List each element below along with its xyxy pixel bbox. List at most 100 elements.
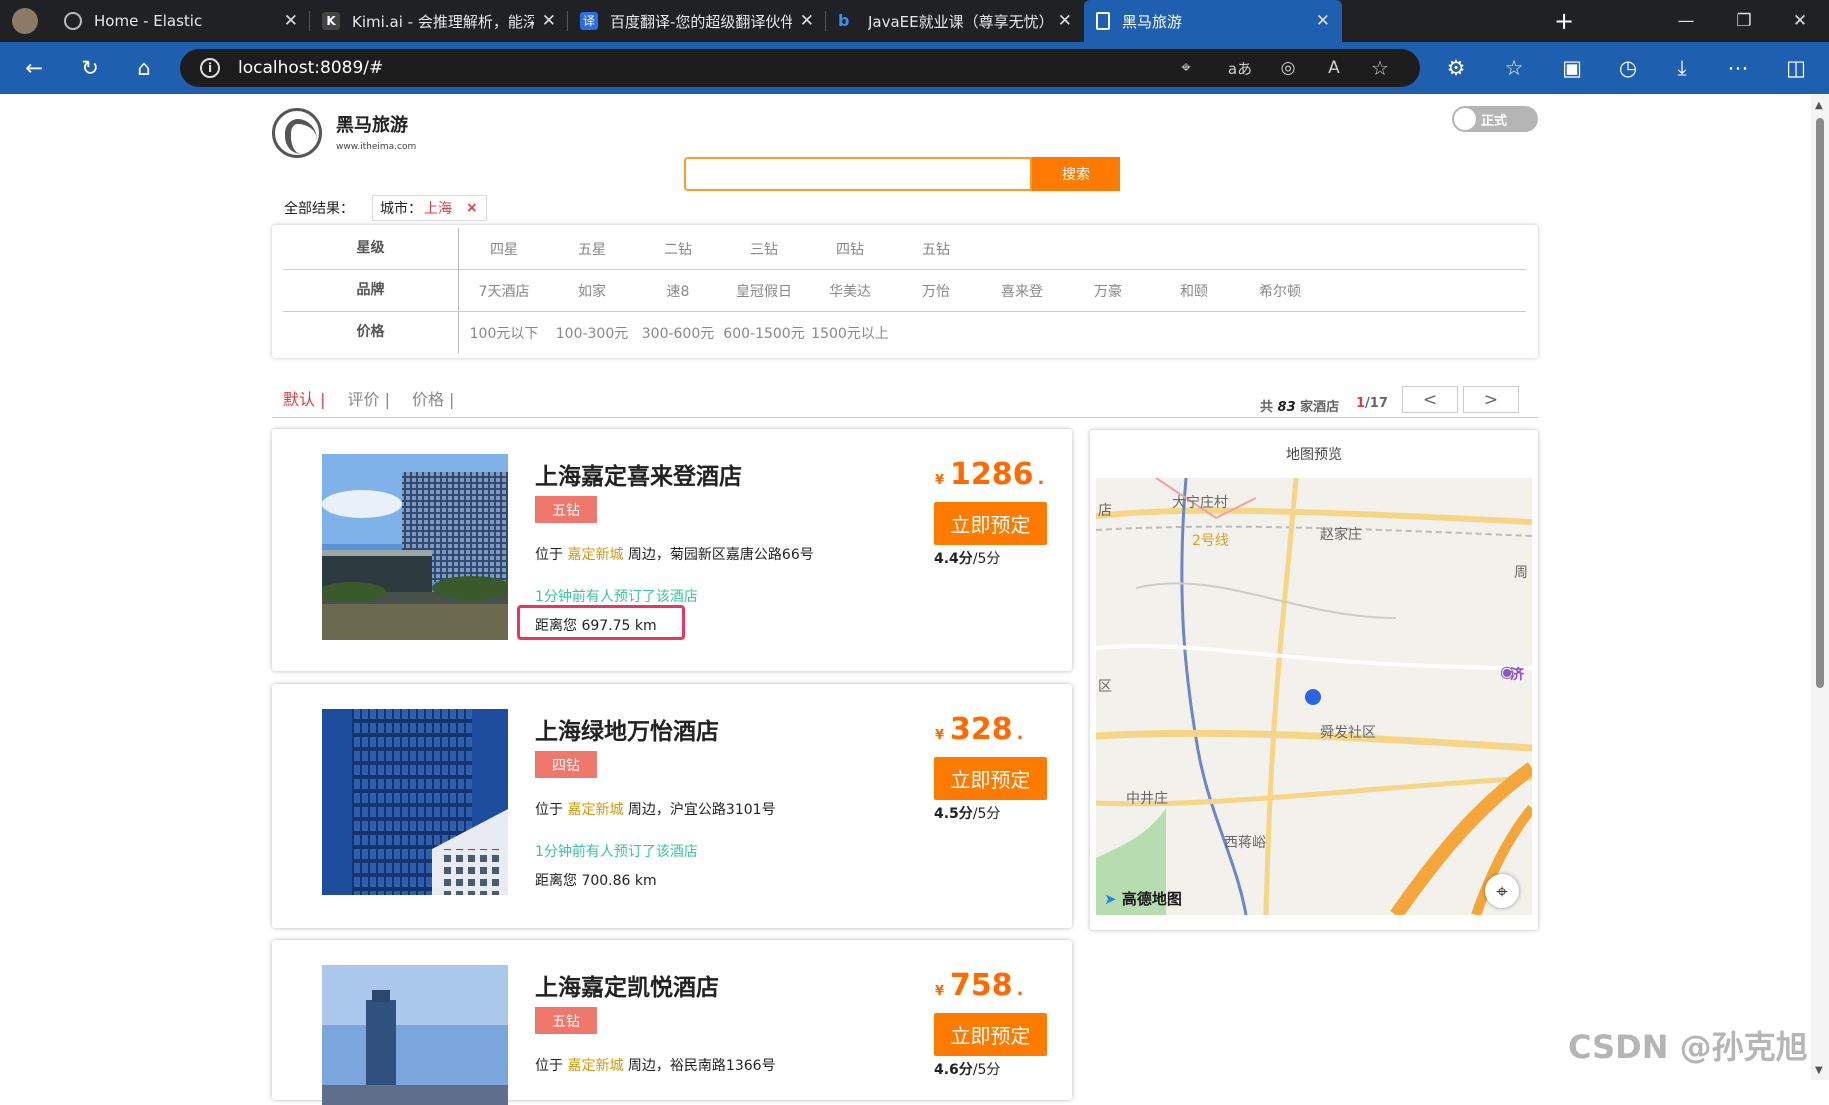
hotel-card[interactable]: 上海绿地万怡酒店 四钻 位于 嘉定新城 周边，沪宜公路3101号 1分钟前有人预… <box>272 684 1072 928</box>
close-icon[interactable]: ✕ <box>800 11 814 31</box>
collections-icon[interactable]: ▣ <box>1554 50 1590 86</box>
currency-symbol: ¥ <box>935 473 945 488</box>
hotel-name[interactable]: 上海嘉定喜来登酒店 <box>535 457 742 491</box>
map-view[interactable]: 大宁庄村 赵家庄 2号线 周 济 舜发社区 中井庄 西蒋峪 店 区 ◉ ➤ 高德… <box>1096 478 1532 915</box>
score-max: /5分 <box>972 1062 1001 1078</box>
filter-option[interactable]: 二钻 <box>635 239 721 259</box>
tab-0[interactable]: Home - Elastic ✕ <box>52 0 310 42</box>
filter-option[interactable]: 300-600元 <box>635 323 721 343</box>
close-icon[interactable]: ✕ <box>1316 11 1330 31</box>
baidu-translate-icon: 译 <box>580 12 598 30</box>
hotel-card[interactable]: 上海嘉定喜来登酒店 五钻 位于 嘉定新城 周边，菊园新区嘉唐公路66号 1分钟前… <box>272 429 1072 671</box>
remove-filter-icon[interactable]: × <box>466 200 478 216</box>
filter-option[interactable]: 四星 <box>459 239 549 259</box>
scroll-down-icon[interactable]: ▼ <box>1815 1065 1823 1076</box>
sort-rating[interactable]: 评价 | <box>347 386 389 410</box>
tab-4[interactable]: 黑马旅游 ✕ <box>1084 0 1342 42</box>
favorite-icon[interactable]: ☆ <box>1364 49 1396 87</box>
filter-option[interactable]: 五钻 <box>893 239 979 259</box>
business-area[interactable]: 嘉定新城 <box>567 547 623 563</box>
restore-button[interactable]: ❐ <box>1716 0 1772 42</box>
next-page-button[interactable]: > <box>1463 386 1519 413</box>
scroll-up-icon[interactable]: ▲ <box>1815 100 1823 111</box>
brand-logo[interactable] <box>272 108 322 158</box>
map-label: 大宁庄村 <box>1172 495 1228 511</box>
download-icon[interactable]: ⤓ <box>1664 50 1700 86</box>
tab-3[interactable]: b JavaEE就业课（尊享无忧） - 博学 ✕ <box>826 0 1084 42</box>
recent-booking: 1分钟前有人预订了该酒店 <box>535 589 698 605</box>
map-label: 区 <box>1098 679 1112 695</box>
locate-icon[interactable]: ⌖ <box>1485 874 1519 908</box>
close-icon[interactable]: ✕ <box>1058 11 1072 31</box>
tab-2[interactable]: 译 百度翻译-您的超级翻译伙伴（文本 ✕ <box>568 0 826 42</box>
filter-option[interactable]: 100元以下 <box>459 323 549 343</box>
business-area[interactable]: 嘉定新城 <box>567 1058 623 1074</box>
search-button[interactable]: 搜索 <box>1032 157 1120 191</box>
filter-option[interactable]: 万怡 <box>893 281 979 301</box>
filter-option[interactable]: 万豪 <box>1065 281 1151 301</box>
minimize-button[interactable]: — <box>1658 0 1714 42</box>
search-input[interactable] <box>684 157 1032 191</box>
kimi-icon: K <box>322 12 340 30</box>
close-icon[interactable]: ✕ <box>284 11 298 31</box>
map-pin-icon[interactable]: ◉ <box>1500 662 1514 681</box>
filter-option[interactable]: 四钻 <box>807 239 893 259</box>
more-icon[interactable]: ⋯ <box>1720 50 1756 86</box>
hotel-name[interactable]: 上海嘉定凯悦酒店 <box>535 968 719 1002</box>
business-area[interactable]: 嘉定新城 <box>567 802 623 818</box>
chevron-right-icon: > <box>1483 389 1499 410</box>
filter-option[interactable]: 速8 <box>635 281 721 301</box>
page-scrollbar[interactable]: ▲ ▼ <box>1811 94 1829 1080</box>
home-icon[interactable]: ⌂ <box>126 50 162 86</box>
read-aloud-icon[interactable]: A <box>1318 49 1350 87</box>
tab-title: 黑马旅游 <box>1122 12 1183 31</box>
close-icon[interactable]: ✕ <box>542 11 556 31</box>
translate-icon[interactable]: aあ <box>1224 49 1256 87</box>
info-icon[interactable]: i <box>200 58 220 78</box>
filter-option[interactable]: 三钻 <box>721 239 807 259</box>
refresh-icon[interactable]: ↻ <box>72 50 108 86</box>
filter-option[interactable]: 希尔顿 <box>1237 281 1323 301</box>
filter-option[interactable]: 1500元以上 <box>807 323 893 343</box>
filter-option[interactable]: 喜来登 <box>979 281 1065 301</box>
price-tail: . <box>1037 468 1045 489</box>
hotel-photo[interactable] <box>322 965 508 1105</box>
scroll-thumb[interactable] <box>1816 118 1824 688</box>
profile-avatar[interactable] <box>0 0 56 42</box>
filter-option[interactable]: 和颐 <box>1151 281 1237 301</box>
prev-page-button[interactable]: < <box>1402 386 1458 413</box>
sidebar-icon[interactable]: ◫ <box>1778 50 1814 86</box>
read-mode-icon[interactable]: ◎ <box>1272 49 1304 87</box>
filter-option[interactable]: 600-1500元 <box>721 323 807 343</box>
filter-option[interactable]: 100-300元 <box>549 323 635 343</box>
filter-panel: 星级 四星 五星 二钻 三钻 四钻 五钻 品牌 7天酒店 如家 速8 皇冠假日 … <box>272 225 1538 358</box>
tab-1[interactable]: K Kimi.ai - 会推理解析，能深度思考 ✕ <box>310 0 568 42</box>
hotel-name[interactable]: 上海绿地万怡酒店 <box>535 712 719 746</box>
address-bar[interactable]: i localhost:8089/# ⌖ aあ ◎ A ☆ <box>180 49 1420 87</box>
filter-option[interactable]: 如家 <box>549 281 635 301</box>
filter-label: 品牌 <box>283 270 459 311</box>
filter-option[interactable]: 华美达 <box>807 281 893 301</box>
env-toggle[interactable]: 正式 <box>1452 106 1538 132</box>
csdn-watermark: CSDN @孙克旭 <box>1568 1028 1808 1066</box>
filter-option[interactable]: 皇冠假日 <box>721 281 807 301</box>
back-icon[interactable]: ← <box>16 50 52 86</box>
new-tab-button[interactable]: + <box>1544 0 1584 42</box>
book-now-button[interactable]: 立即预定 <box>934 1013 1047 1056</box>
crumb-city: 上海 <box>424 201 452 217</box>
sort-default[interactable]: 默认 | <box>283 386 325 410</box>
filter-option[interactable]: 7天酒店 <box>459 281 549 301</box>
hotel-photo[interactable] <box>322 454 508 640</box>
favorites-icon[interactable]: ☆ <box>1496 50 1532 86</box>
hotel-photo[interactable] <box>322 709 508 895</box>
history-icon[interactable]: ◷ <box>1610 50 1646 86</box>
hotel-card[interactable]: 上海嘉定凯悦酒店 五钻 位于 嘉定新城 周边，裕民南路1366号 ¥ 758 .… <box>272 940 1072 1105</box>
extensions-icon[interactable]: ⚙ <box>1438 50 1474 86</box>
location-icon[interactable]: ⌖ <box>1170 49 1202 87</box>
sort-price[interactable]: 价格 | <box>412 386 454 410</box>
sort-divider <box>272 417 1538 418</box>
close-window-button[interactable]: ✕ <box>1772 0 1828 42</box>
book-now-button[interactable]: 立即预定 <box>934 757 1047 800</box>
filter-option[interactable]: 五星 <box>549 239 635 259</box>
book-now-button[interactable]: 立即预定 <box>934 502 1047 545</box>
